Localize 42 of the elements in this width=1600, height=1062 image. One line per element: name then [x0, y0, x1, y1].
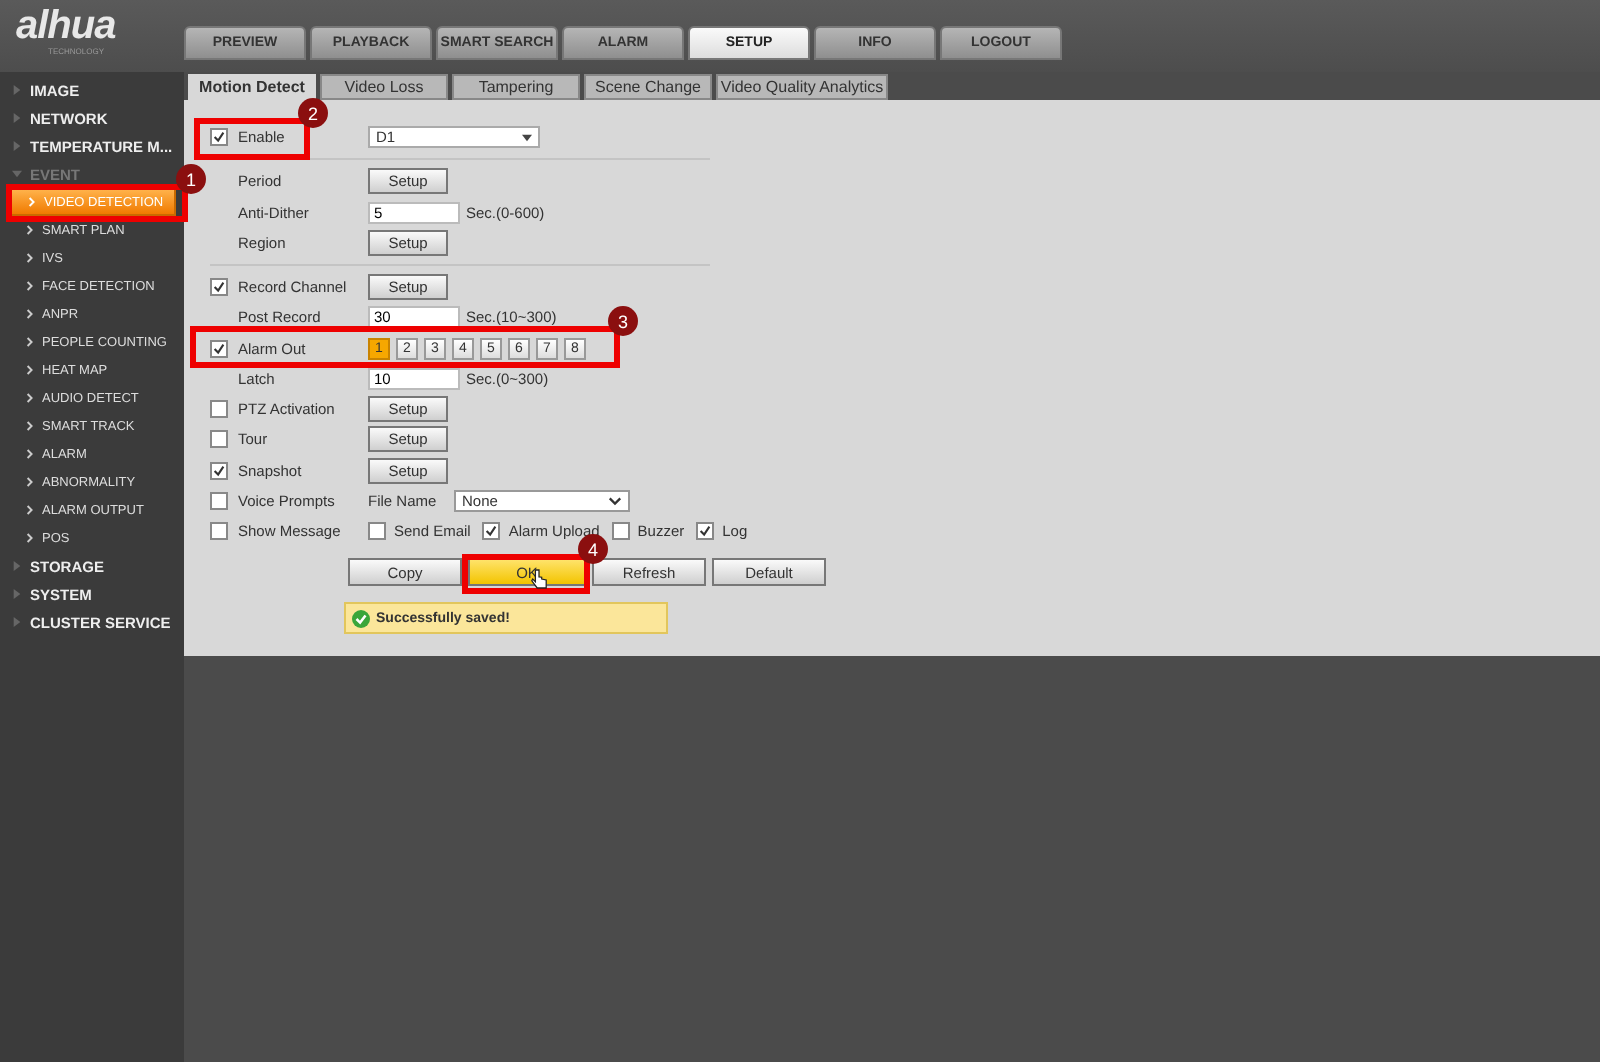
chevron-icon [26, 392, 34, 404]
checkbox[interactable] [482, 522, 501, 541]
chevron-icon [26, 336, 34, 348]
checkbox[interactable] [368, 522, 386, 541]
down-triangle-icon [12, 168, 22, 180]
check-circle-icon [352, 609, 370, 628]
chevron-icon [26, 420, 34, 432]
chevron-icon [26, 280, 34, 292]
chevron-icon [26, 504, 34, 516]
settings-tab[interactable]: Tampering [452, 74, 580, 100]
checkbox[interactable] [210, 491, 228, 510]
checkbox[interactable] [210, 339, 228, 358]
right-triangle-icon [12, 84, 22, 96]
right-triangle-icon [12, 588, 22, 600]
checkbox[interactable] [210, 461, 228, 480]
caret-icon [522, 133, 532, 142]
chevron-icon [26, 364, 34, 376]
right-triangle-icon [12, 616, 22, 628]
settings-tab[interactable]: Motion Detect [188, 74, 316, 100]
checkbox[interactable] [210, 522, 228, 541]
checkbox[interactable] [210, 400, 228, 419]
chevron-icon [26, 448, 34, 460]
checkbox[interactable] [210, 430, 228, 449]
chevron-icon [26, 224, 34, 236]
chevron-down-icon [608, 495, 622, 506]
chevron-icon [26, 252, 34, 264]
chevron-icon [28, 196, 36, 208]
chevron-icon [26, 476, 34, 488]
highlight-frame [194, 118, 310, 160]
logo: alhua [16, 6, 118, 46]
right-triangle-icon [12, 112, 22, 124]
settings-tab[interactable]: Scene Change [584, 74, 712, 100]
chevron-icon [26, 308, 34, 320]
checkbox[interactable] [210, 278, 228, 297]
checkbox[interactable] [611, 522, 630, 541]
settings-tab[interactable]: Video Loss [320, 74, 448, 100]
checkbox[interactable] [696, 522, 715, 541]
chevron-icon [26, 532, 34, 544]
checkbox[interactable] [210, 128, 228, 147]
right-triangle-icon [12, 140, 22, 152]
right-triangle-icon [12, 560, 22, 572]
settings-tab[interactable]: Video Quality Analytics [716, 74, 888, 100]
